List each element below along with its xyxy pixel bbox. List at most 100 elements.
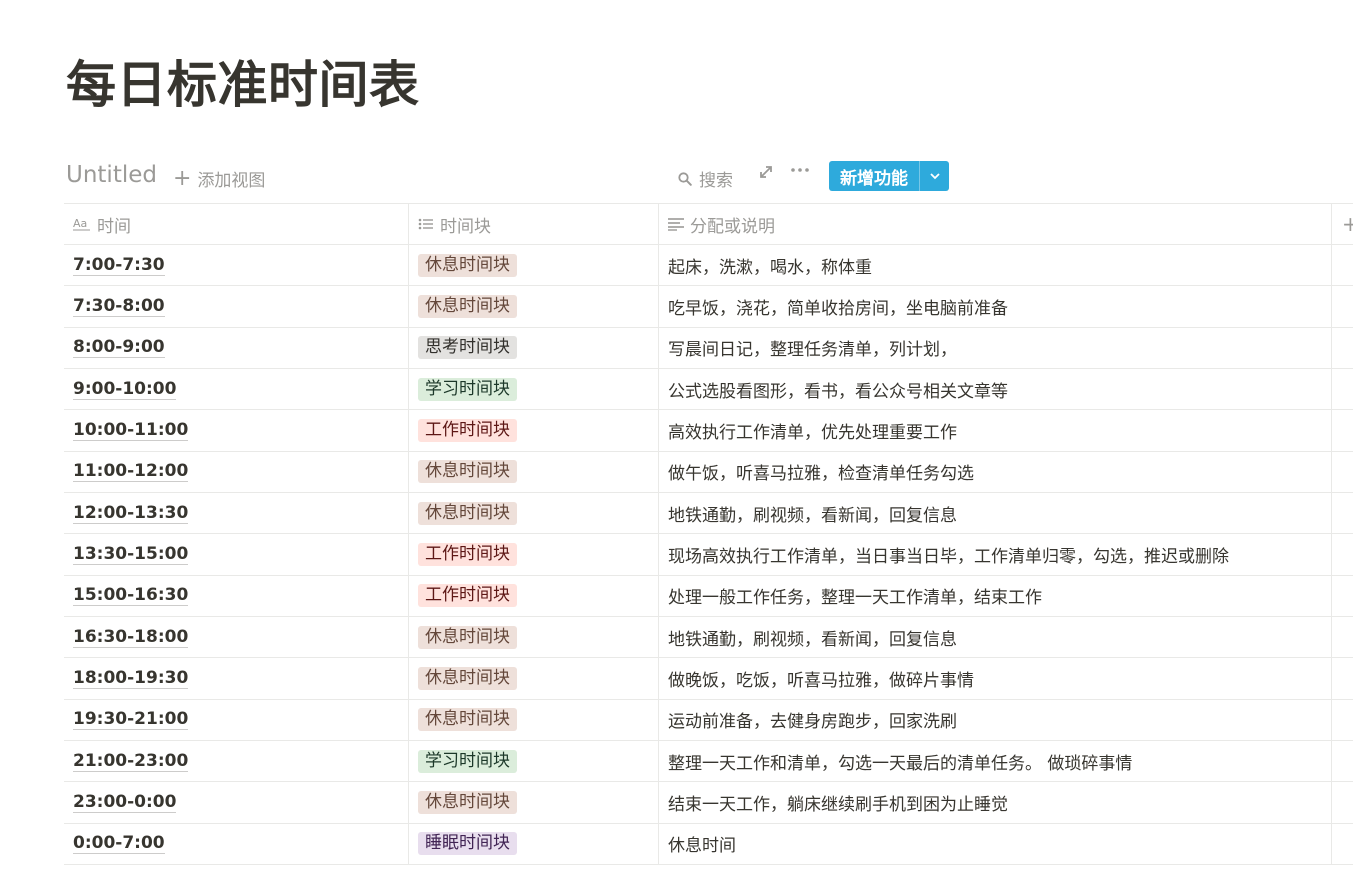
table-row[interactable]: 23:00-0:00 休息时间块 结束一天工作，躺床继续刷手机到困为止睡觉 (64, 782, 1353, 824)
block-cell[interactable]: 休息时间块 (409, 616, 659, 658)
desc-cell[interactable]: 公式选股看图形，看书，看公众号相关文章等 (659, 368, 1332, 410)
table-row[interactable]: 10:00-11:00 工作时间块 高效执行工作清单，优先处理重要工作 (64, 410, 1353, 452)
block-cell[interactable]: 学习时间块 (409, 740, 659, 782)
desc-cell[interactable]: 运动前准备，去健身房跑步，回家洗刷 (659, 699, 1332, 740)
time-cell[interactable]: 11:00-12:00 (64, 451, 409, 492)
block-cell[interactable]: 工作时间块 (409, 534, 659, 575)
desc-cell[interactable]: 结束一天工作，躺床继续刷手机到困为止睡觉 (659, 782, 1332, 823)
desc-text: 做午饭，听喜马拉雅，检查清单任务勾选 (668, 464, 974, 485)
view-name[interactable]: Untitled (66, 162, 157, 188)
time-cell[interactable]: 19:30-21:00 (64, 699, 409, 740)
table-row[interactable]: 13:30-15:00 工作时间块 现场高效执行工作清单，当日事当日毕，工作清单归零… (64, 534, 1353, 576)
table-row[interactable]: 21:00-23:00 学习时间块 整理一天工作和清单，勾选一天最后的清单任务。 做… (64, 740, 1353, 783)
desc-cell[interactable]: 现场高效执行工作清单，当日事当日毕，工作清单归零，勾选，推迟或删除 (659, 534, 1332, 575)
time-text[interactable]: 23:00-0:00 (73, 792, 177, 813)
time-text[interactable]: 8:00-9:00 (73, 337, 165, 359)
desc-cell[interactable]: 休息时间 (659, 823, 1332, 864)
table-row[interactable]: 19:30-21:00 休息时间块 运动前准备，去健身房跑步，回家洗刷 (64, 699, 1353, 741)
time-cell[interactable]: 13:30-15:00 (64, 534, 409, 575)
time-text[interactable]: 7:30-8:00 (73, 296, 165, 317)
block-cell[interactable]: 睡眠时间块 (409, 823, 659, 864)
block-cell[interactable]: 休息时间块 (409, 286, 659, 327)
time-cell[interactable]: 9:00-10:00 (64, 368, 409, 410)
table-row[interactable]: 0:00-7:00 睡眠时间块 休息时间 (64, 823, 1353, 865)
desc-cell[interactable]: 起床，洗漱，喝水，称体重 (659, 245, 1332, 286)
desc-cell[interactable]: 写晨间日记，整理任务清单，列计划， (659, 327, 1332, 368)
time-cell[interactable]: 18:00-19:30 (64, 658, 409, 699)
expand-icon[interactable] (758, 164, 774, 184)
time-cell[interactable]: 7:00-7:30 (64, 245, 409, 286)
empty-cell (1332, 328, 1353, 368)
new-button-dropdown[interactable] (919, 161, 949, 191)
table-row[interactable]: 8:00-9:00 思考时间块 写晨间日记，整理任务清单，列计划， (64, 327, 1353, 369)
desc-cell[interactable]: 整理一天工作和清单，勾选一天最后的清单任务。 做琐碎事情 (659, 740, 1332, 782)
more-icon[interactable] (790, 160, 810, 186)
time-text[interactable]: 12:00-13:30 (73, 503, 189, 524)
block-tag: 休息时间块 (418, 501, 517, 525)
header-desc-label: 分配或说明 (690, 216, 775, 237)
table-row[interactable]: 18:00-19:30 休息时间块 做晚饭，吃饭，听喜马拉雅，做碎片事情 (64, 658, 1353, 700)
table-row[interactable]: 15:00-16:30 工作时间块 处理一般工作任务，整理一天工作清单，结束工作 (64, 575, 1353, 617)
empty-cell (1332, 658, 1353, 698)
desc-cell[interactable]: 地铁通勤，刷视频，看新闻，回复信息 (659, 616, 1332, 658)
block-cell[interactable]: 学习时间块 (409, 368, 659, 410)
desc-text: 整理一天工作和清单，勾选一天最后的清单任务。 做琐碎事情 (668, 753, 1133, 774)
desc-cell[interactable]: 高效执行工作清单，优先处理重要工作 (659, 410, 1332, 451)
header-block[interactable]: 时间块 (409, 204, 659, 244)
time-cell[interactable]: 23:00-0:00 (64, 782, 409, 823)
table-row[interactable]: 16:30-18:00 休息时间块 地铁通勤，刷视频，看新闻，回复信息 (64, 616, 1353, 659)
desc-cell[interactable]: 吃早饭，浇花，简单收拾房间，坐电脑前准备 (659, 286, 1332, 327)
block-tag: 工作时间块 (418, 584, 517, 608)
time-text[interactable]: 18:00-19:30 (73, 668, 189, 689)
time-cell[interactable]: 21:00-23:00 (64, 740, 409, 782)
time-cell[interactable]: 0:00-7:00 (64, 823, 409, 864)
page-title[interactable]: 每日标准时间表 (66, 52, 420, 118)
time-cell[interactable]: 15:00-16:30 (64, 575, 409, 616)
desc-text: 吃早饭，浇花，简单收拾房间，坐电脑前准备 (668, 298, 1008, 319)
time-text[interactable]: 21:00-23:00 (73, 751, 189, 772)
time-cell[interactable]: 10:00-11:00 (64, 410, 409, 451)
time-text[interactable]: 9:00-10:00 (73, 379, 177, 400)
add-view-button[interactable]: + 添加视图 (173, 166, 265, 192)
header-desc[interactable]: 分配或说明 (659, 204, 1332, 244)
database-toolbar: Untitled + 添加视图 搜索 新增功能 (66, 158, 1353, 196)
time-text[interactable]: 7:00-7:30 (73, 255, 165, 276)
time-text[interactable]: 15:00-16:30 (73, 585, 189, 607)
new-button[interactable]: 新增功能 (829, 161, 919, 191)
time-text[interactable]: 13:30-15:00 (73, 544, 189, 565)
add-property-button[interactable]: + (1332, 204, 1353, 244)
time-text[interactable]: 19:30-21:00 (73, 709, 189, 731)
time-text[interactable]: 0:00-7:00 (73, 833, 165, 855)
block-cell[interactable]: 工作时间块 (409, 575, 659, 616)
time-cell[interactable]: 7:30-8:00 (64, 286, 409, 327)
block-cell[interactable]: 休息时间块 (409, 658, 659, 699)
desc-cell[interactable]: 地铁通勤，刷视频，看新闻，回复信息 (659, 492, 1332, 534)
time-text[interactable]: 10:00-11:00 (73, 420, 189, 441)
block-cell[interactable]: 休息时间块 (409, 699, 659, 740)
block-cell[interactable]: 思考时间块 (409, 327, 659, 368)
time-text[interactable]: 11:00-12:00 (73, 461, 189, 483)
header-time[interactable]: Aa 时间 (64, 204, 409, 244)
table-row[interactable]: 7:30-8:00 休息时间块 吃早饭，浇花，简单收拾房间，坐电脑前准备 (64, 286, 1353, 328)
desc-text: 起床，洗漱，喝水，称体重 (668, 257, 872, 278)
desc-cell[interactable]: 做晚饭，吃饭，听喜马拉雅，做碎片事情 (659, 658, 1332, 699)
block-cell[interactable]: 休息时间块 (409, 492, 659, 534)
time-cell[interactable]: 12:00-13:30 (64, 492, 409, 534)
desc-cell[interactable]: 做午饭，听喜马拉雅，检查清单任务勾选 (659, 451, 1332, 492)
block-tag: 睡眠时间块 (418, 832, 517, 856)
time-cell[interactable]: 8:00-9:00 (64, 327, 409, 368)
table-row[interactable]: 9:00-10:00 学习时间块 公式选股看图形，看书，看公众号相关文章等 (64, 368, 1353, 411)
search-button[interactable]: 搜索 (678, 166, 733, 191)
table-row[interactable]: 7:00-7:30 休息时间块 起床，洗漱，喝水，称体重 (64, 245, 1353, 287)
block-cell[interactable]: 休息时间块 (409, 782, 659, 823)
block-cell[interactable]: 休息时间块 (409, 451, 659, 492)
table-row[interactable]: 11:00-12:00 休息时间块 做午饭，听喜马拉雅，检查清单任务勾选 (64, 451, 1353, 493)
block-cell[interactable]: 休息时间块 (409, 245, 659, 286)
time-cell[interactable]: 16:30-18:00 (64, 616, 409, 658)
time-text[interactable]: 16:30-18:00 (73, 627, 189, 648)
table-row[interactable]: 12:00-13:30 休息时间块 地铁通勤，刷视频，看新闻，回复信息 (64, 492, 1353, 535)
desc-cell[interactable]: 处理一般工作任务，整理一天工作清单，结束工作 (659, 575, 1332, 616)
block-cell[interactable]: 工作时间块 (409, 410, 659, 451)
block-tag: 休息时间块 (418, 625, 517, 649)
block-tag: 休息时间块 (418, 294, 517, 318)
